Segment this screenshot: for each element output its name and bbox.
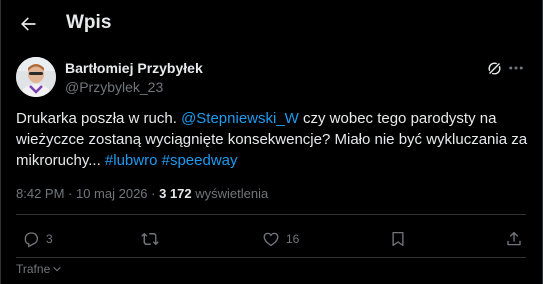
tweet-text: Drukarka poszła w ruch. @Stepniewski_W c… (16, 108, 528, 171)
tweet-time[interactable]: 8:42 PM (16, 186, 64, 201)
like-count: 16 (286, 232, 300, 246)
tweet-meta: 8:42 PM · 10 maj 2026 · 3 172 wyświetlen… (16, 186, 268, 201)
author-display-name[interactable]: Bartłomiej Przybyłek (65, 60, 203, 76)
share-button[interactable] (505, 230, 523, 248)
back-button[interactable] (14, 10, 42, 38)
author-row: Bartłomiej Przybyłek @Przybylek_23 (16, 56, 526, 100)
repost-icon (141, 232, 159, 246)
avatar[interactable] (16, 57, 56, 97)
divider (16, 257, 526, 258)
page-header: Wpis (0, 0, 543, 48)
hashtag-link-speedway[interactable]: #speedway (162, 152, 238, 169)
bookmark-button[interactable] (389, 230, 407, 248)
hashtag-link-lubwro[interactable]: #lubwro (105, 152, 158, 169)
sort-label: Trafne (16, 262, 51, 276)
meta-separator: · (64, 186, 76, 201)
views-label: wyświetlenia (191, 186, 269, 201)
reply-button[interactable]: 3 (22, 230, 53, 248)
more-dots-icon (509, 66, 523, 70)
page-title: Wpis (66, 12, 112, 33)
mention-link[interactable]: @Stepniewski_W (181, 110, 299, 127)
bookmark-icon (392, 231, 404, 247)
meta-separator: · (147, 186, 160, 201)
avatar-image (16, 57, 56, 97)
tweet-date[interactable]: 10 maj 2026 (76, 186, 148, 201)
share-icon (507, 231, 521, 246)
action-bar: 3 16 (16, 224, 526, 258)
grok-icon (487, 61, 501, 75)
views-count: 3 172 (159, 186, 192, 201)
more-options-button[interactable] (506, 58, 526, 78)
heart-icon (263, 232, 279, 247)
chevron-down-icon (53, 266, 61, 272)
reply-count: 3 (46, 232, 53, 246)
repost-button[interactable] (140, 230, 160, 248)
divider (16, 214, 526, 215)
arrow-left-icon (21, 17, 36, 31)
author-handle[interactable]: @Przybylek_23 (65, 79, 163, 95)
grok-button[interactable] (484, 58, 504, 78)
tweet-text-part: Drukarka poszła w ruch. (16, 110, 182, 127)
reply-sort-dropdown[interactable]: Trafne (16, 262, 62, 276)
like-button[interactable]: 16 (262, 230, 299, 248)
reply-icon (24, 232, 39, 248)
